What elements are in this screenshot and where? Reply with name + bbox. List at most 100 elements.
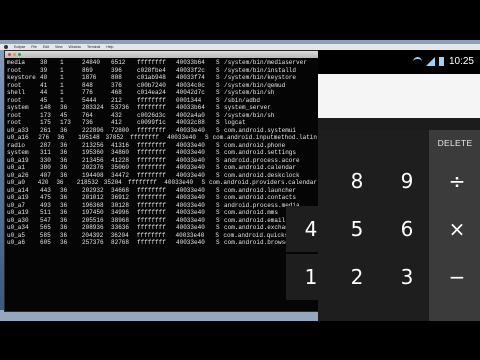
process-cell: 39 [40, 66, 48, 74]
process-cell: 36 [60, 104, 68, 111]
process-cell: 283324 [82, 104, 104, 111]
process-cell: u0_a14 [7, 186, 29, 194]
digit-key[interactable]: 1 [286, 254, 336, 300]
process-cell: c00b7240 [137, 81, 166, 89]
delete-button[interactable]: DELETE [430, 132, 480, 154]
menu-app[interactable]: Eclipse [14, 45, 25, 49]
menu-edit[interactable]: Edit [43, 45, 49, 49]
process-cell: S [201, 179, 206, 186]
process-cell: S [216, 66, 220, 74]
process-cell: 40033e40 [176, 194, 205, 201]
process-row: u0_a0 420 36 218532 35204 ffffffff 40033e40 Sco… [7, 179, 317, 187]
process-cell: 380 [40, 164, 51, 171]
process-cell: ffffffff [127, 179, 157, 186]
menu-file[interactable]: File [31, 45, 37, 49]
process-cell: 736 [82, 119, 93, 126]
process-cell: 173 [60, 119, 71, 126]
digit-key[interactable]: 6 [382, 206, 432, 252]
process-cell: 36 [60, 224, 68, 231]
terminal-titlebar[interactable] [5, 51, 319, 58]
calculator-display[interactable] [318, 74, 480, 118]
menu-window[interactable]: Window [69, 45, 81, 49]
process-cell: S [216, 224, 220, 231]
process-cell: 40033b64 [176, 59, 205, 66]
process-cell: 585 [39, 231, 51, 239]
digit-key[interactable]: 3 [382, 254, 432, 300]
process-cell: 40032c88 [176, 119, 205, 126]
process-row: u0_a1 380 36 202376 35060 ffffffff 40033e40 Sco… [7, 164, 317, 172]
process-cell: system [7, 149, 29, 156]
process-cell: ffffffff [137, 216, 166, 224]
video-frame: Eclipse File Edit View Window Terminal H… [0, 0, 480, 360]
process-cell: com.android.settings [224, 149, 297, 156]
process-cell: c01ab948 [137, 74, 166, 81]
menu-terminal[interactable]: Terminal [87, 45, 100, 49]
process-row: radio 287 36 213256 41316 ffffffff 40033e40 Sco… [7, 142, 317, 150]
process-cell: 40033e40 [176, 239, 205, 246]
process-cell: S [216, 141, 220, 149]
process-cell: root [7, 96, 22, 104]
process-cell: 1 [60, 81, 64, 89]
process-cell: S [216, 186, 220, 194]
process-cell: 547 [40, 216, 51, 224]
process-cell: 311 [40, 149, 51, 156]
menu-view[interactable]: View [55, 45, 63, 49]
process-cell: 4002a4a0 [176, 111, 205, 119]
process-cell: 376 [111, 81, 122, 89]
process-cell: /system/bin/installd [224, 66, 297, 74]
digit-key[interactable]: 9 [382, 158, 432, 204]
digit-key[interactable]: 5 [332, 206, 382, 252]
process-cell: ffffffff [137, 209, 166, 216]
process-row: system 148 36 283324 53736 ffffffff 40033b64 Ss… [7, 104, 317, 112]
process-cell: /system/bin/mediaserver [224, 59, 307, 66]
process-cell: S [216, 216, 220, 224]
process-cell: 194408 [82, 171, 104, 179]
process-cell: 36 [56, 179, 64, 186]
process-cell: 330 [40, 156, 51, 164]
process-cell: 36 [60, 186, 68, 194]
process-cell: 1876 [82, 74, 97, 81]
process-cell: 40033e40 [175, 231, 205, 239]
process-cell: S [216, 194, 220, 201]
process-cell: 24840 [82, 59, 101, 66]
process-cell: 201012 [82, 194, 104, 201]
process-cell: 40033f74 [176, 74, 205, 81]
process-cell: 420 [37, 179, 49, 186]
minimize-icon[interactable] [13, 53, 16, 56]
close-icon[interactable] [8, 53, 11, 56]
process-cell: u0_a7 [7, 201, 26, 209]
menu-help[interactable]: Help [106, 45, 113, 49]
status-time: 10:25 [448, 56, 474, 67]
digit-key[interactable]: 4 [286, 206, 336, 252]
process-cell: /system/bin/qemud [224, 81, 286, 89]
process-cell: ffffffff [137, 171, 166, 179]
operator-key[interactable]: ÷ [432, 158, 480, 204]
process-cell: ffffffff [137, 59, 166, 66]
process-cell: 36 [60, 201, 68, 209]
process-cell: media [7, 59, 26, 66]
process-cell: 202932 [82, 186, 104, 194]
digit-key[interactable]: 2 [332, 254, 382, 300]
process-cell: shell [7, 89, 26, 96]
terminal-window[interactable]: media 38 1 24840 6512 ffffffff 40033b64 S/syste… [4, 50, 320, 312]
process-cell: c0026d3c [137, 111, 166, 119]
process-cell: 41 [40, 81, 48, 89]
operator-key[interactable]: − [432, 254, 480, 300]
process-cell: 82768 [111, 239, 130, 246]
process-cell: 35060 [111, 164, 130, 171]
digit-key[interactable]: 8 [332, 158, 382, 204]
terminal-output[interactable]: media 38 1 24840 6512 ffffffff 40033b64 S/syste… [5, 58, 319, 248]
apple-icon[interactable] [4, 45, 8, 49]
zoom-icon[interactable] [18, 53, 21, 56]
process-cell: u0_a5 [7, 231, 26, 239]
process-row: root 45 1 5444 212 ffffffff 0001344 S/sbin/adbd [7, 97, 317, 105]
process-row: u0_a19 511 36 197450 34996 ffffffff 40033e40 Sc… [7, 209, 317, 217]
process-cell: u0_a33 [7, 126, 29, 134]
process-row: root 41 1 848 376 c00b7240 40034c0c S/system/bi… [7, 82, 317, 90]
process-cell: com.android.calendar [224, 164, 297, 171]
process-cell: c014ea24 [137, 89, 166, 96]
process-cell: 36 [60, 141, 68, 149]
process-cell: com.android.deskclock [224, 171, 300, 179]
operator-key[interactable]: × [432, 206, 480, 252]
process-cell: u0_a16 [7, 134, 29, 141]
